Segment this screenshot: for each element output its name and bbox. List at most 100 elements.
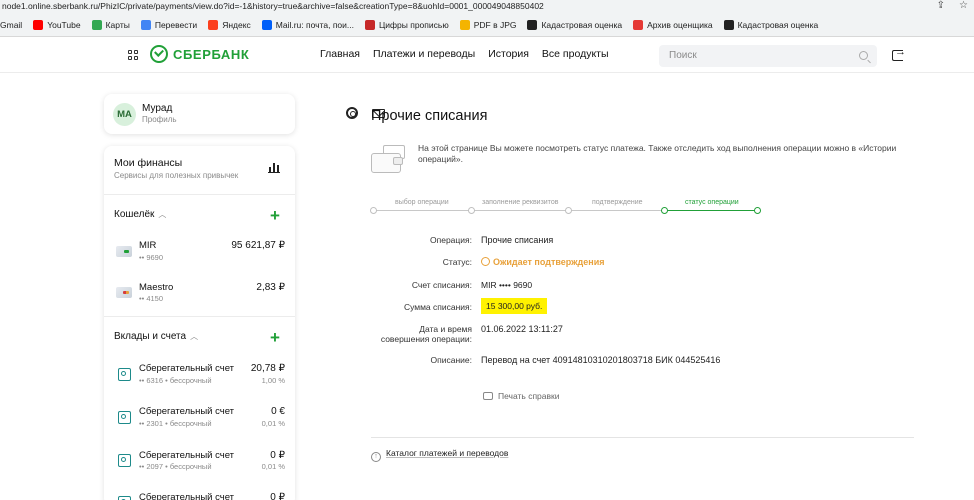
bookmark-item[interactable]: Архив оценщика: [633, 19, 713, 30]
bookmark-label: YouTube: [47, 19, 81, 30]
description-value: Перевод на счет 40914810310201803718 БИК…: [481, 355, 721, 365]
deposit-amount: 20,78 ₽: [250, 363, 285, 374]
bookmark-item[interactable]: Кадастровая оценка: [527, 19, 622, 30]
deposit-rate: 0,01 %: [261, 462, 285, 471]
finances-subtitle: Сервисы для полезных привычек: [114, 171, 239, 180]
bookmark-item[interactable]: Карты: [91, 19, 130, 30]
deposit-amount: 0 €: [271, 406, 285, 417]
step-label: выбор операции: [395, 199, 449, 206]
info-text: На этой странице Вы можете посмотреть ст…: [418, 143, 897, 164]
bookmark-favicon-icon: [723, 19, 734, 30]
safe-icon: [118, 454, 131, 467]
nav-all-products[interactable]: Все продукты: [542, 48, 609, 60]
bookmark-item[interactable]: Яндекс: [208, 19, 251, 30]
bookmark-favicon-icon: [459, 19, 470, 30]
apps-grid-icon[interactable]: [128, 50, 138, 60]
deposit-rate: 1,00 %: [261, 376, 285, 385]
nav-history[interactable]: История: [488, 48, 529, 60]
settings-gear-icon[interactable]: [346, 107, 358, 119]
print-receipt-button[interactable]: Печать справки: [483, 391, 560, 401]
account-number: •• 9690: [139, 253, 164, 262]
print-label: Печать справки: [498, 391, 560, 401]
divider: [104, 316, 295, 317]
wallet-section-title[interactable]: Кошелёк ︿: [114, 209, 166, 220]
url-text: node1.online.sberbank.ru/PhizIC/private/…: [2, 1, 544, 11]
divider: [104, 194, 295, 195]
address-bar[interactable]: node1.online.sberbank.ru/PhizIC/private/…: [0, 0, 974, 13]
sberbank-logo[interactable]: СБЕРБАНК: [150, 45, 249, 63]
step-dot: [565, 207, 572, 214]
bookmark-label: Цифры прописью: [379, 19, 449, 30]
bookmark-item[interactable]: YouTube: [33, 19, 81, 30]
bookmark-item[interactable]: Кадастровая оценка: [723, 19, 818, 30]
step-dot: [468, 207, 475, 214]
safe-icon: [118, 411, 131, 424]
search-placeholder: Поиск: [669, 50, 697, 61]
bookmark-favicon-icon: [365, 19, 375, 30]
deposit-rate: 0,01 %: [261, 419, 285, 428]
operation-label: Операция:: [430, 235, 472, 245]
status-label: Статус:: [442, 257, 472, 267]
bookmark-label: Gmail: [0, 19, 23, 30]
bookmarks-bar: Gmail YouTube Карты Перевести Яндекс Mail.ru:…: [0, 13, 974, 37]
safe-icon: [118, 496, 131, 500]
bookmark-favicon-icon: [633, 19, 644, 30]
sum-label: Сумма списания:: [403, 302, 472, 312]
deposit-name: Сберегательный счет: [139, 363, 235, 374]
bookmark-item[interactable]: Перевести: [140, 19, 198, 30]
bookmark-favicon-icon: [208, 19, 219, 30]
divider: [371, 437, 914, 438]
maestro-card-icon: [116, 287, 132, 298]
back-arrow-icon: ↑: [371, 452, 381, 462]
add-deposit-button[interactable]: +: [270, 329, 280, 346]
bookmark-item[interactable]: Mail.ru: почта, пои...: [261, 19, 354, 30]
deposits-section-title[interactable]: Вклады и счета ︿: [114, 331, 198, 342]
deposit-number: •• 6316 • бессрочный: [139, 376, 212, 385]
bookmark-item[interactable]: Цифры прописью: [365, 19, 449, 30]
main-nav: Главная Платежи и переводы История Все п…: [320, 48, 609, 60]
bookmark-label: Перевести: [154, 19, 198, 30]
share-icon[interactable]: ⇪: [937, 1, 945, 11]
wallet-title: Кошелёк: [114, 209, 155, 220]
avatar[interactable]: МА: [113, 103, 136, 126]
logout-icon[interactable]: [892, 46, 906, 61]
logo-text: СБЕРБАНК: [173, 46, 250, 62]
finances-title[interactable]: Мои финансы: [114, 157, 182, 169]
account-amount: 95 621,87 ₽: [231, 240, 285, 251]
bookmark-label: Яндекс: [222, 19, 251, 30]
bookmark-label: PDF в JPG: [473, 19, 517, 30]
clock-icon: [481, 257, 490, 266]
step-dot: [370, 207, 377, 214]
nav-home[interactable]: Главная: [320, 48, 360, 60]
bookmark-favicon-icon: [140, 19, 151, 30]
account-name: MIR: [139, 240, 157, 251]
bookmark-item[interactable]: Gmail: [0, 20, 22, 30]
profile-card[interactable]: МА Мурад Профиль: [104, 94, 385, 134]
safe-icon: [118, 368, 131, 381]
bookmark-favicon-icon: [91, 19, 102, 30]
sber-logo-icon: [150, 45, 168, 63]
search-icon[interactable]: [859, 51, 868, 60]
status-text: Ожидает подтверждения: [493, 257, 605, 267]
step-label: заполнение реквизитов: [482, 199, 559, 206]
date-label: Дата и время совершения операции:: [380, 324, 472, 344]
search-input[interactable]: Поиск: [659, 45, 877, 67]
bar-chart-icon[interactable]: [268, 161, 280, 173]
add-card-button[interactable]: +: [270, 207, 280, 224]
progress-steps: выбор операции заполнение реквизитов под…: [370, 199, 761, 216]
bookmark-label: Архив оценщика: [647, 19, 713, 30]
printer-icon: [483, 392, 493, 400]
nav-payments[interactable]: Платежи и переводы: [373, 48, 475, 60]
wallet-illustration-icon: [371, 143, 409, 175]
deposit-name: Сберегательный счет: [139, 450, 235, 461]
deposit-number: •• 2301 • бессрочный: [139, 419, 212, 428]
bookmark-item[interactable]: PDF в JPG: [459, 19, 517, 30]
star-icon[interactable]: ☆: [959, 1, 968, 11]
bookmark-label: Mail.ru: почта, пои...: [275, 19, 354, 30]
profile-name: Мурад: [142, 103, 173, 114]
deposit-number: •• 2097 • бессрочный: [139, 462, 212, 471]
deposit-amount: 0 ₽: [270, 450, 285, 461]
catalog-label: Каталог платежей и переводов: [386, 448, 509, 458]
account-amount: 2,83 ₽: [256, 282, 285, 293]
catalog-link[interactable]: ↑ Каталог платежей и переводов: [371, 448, 508, 462]
